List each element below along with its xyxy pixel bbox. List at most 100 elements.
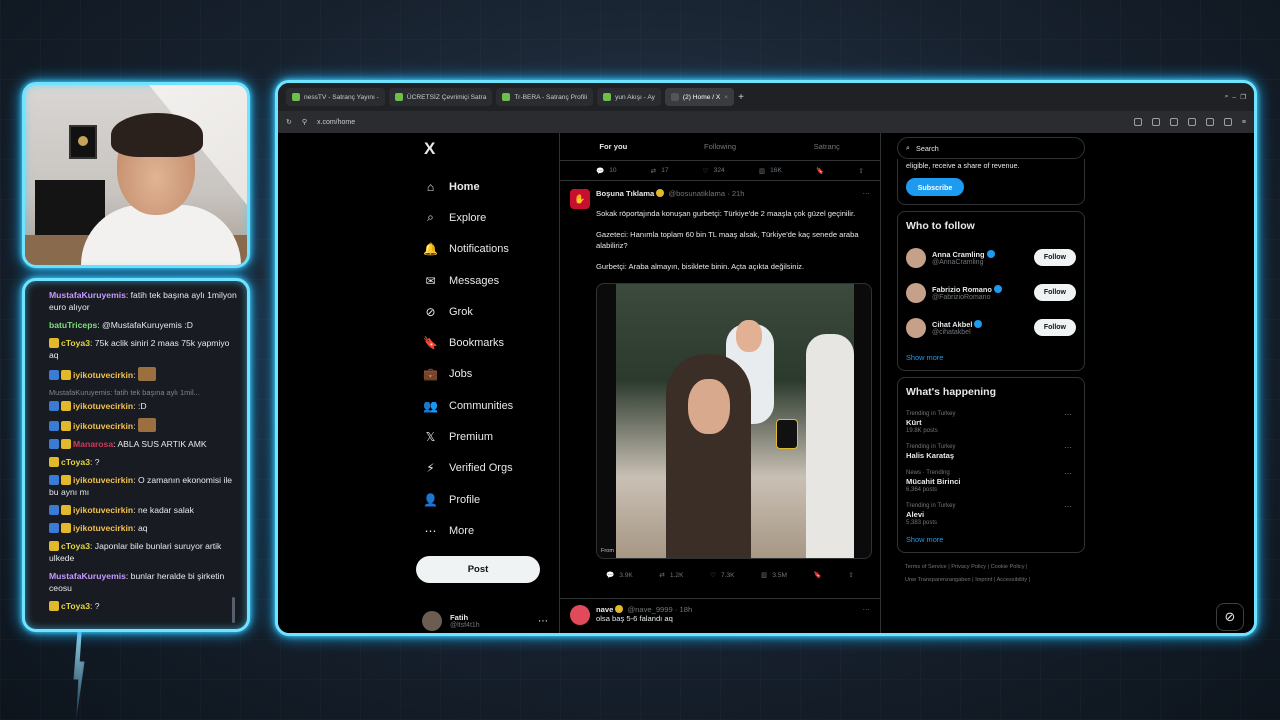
account-switcher[interactable]: Fatih @ltsf4t1h ⋯ [422,611,548,631]
tweet-video[interactable]: From [596,283,872,560]
extension-icon[interactable] [1133,118,1142,126]
chat-scrollbar[interactable] [232,597,235,623]
site-info-icon[interactable]: ⚲ [302,118,307,126]
show-more-link[interactable]: Show more [906,535,1076,544]
new-tab-button[interactable]: + [738,92,744,103]
settings-icon[interactable] [1223,118,1232,126]
chat-username[interactable]: iyikotuvecirkin [73,370,133,380]
trend-item[interactable]: Trending in Turkey Alevi 5,383 posts ⋯ [906,498,1076,531]
nav-item-jobs[interactable]: 💼 Jobs [418,359,568,390]
browser-tab[interactable]: ÜCRETSİZ Çevrimiçi Satra [388,88,493,106]
chat-username[interactable]: cToya3 [61,601,90,611]
trend-item[interactable]: Trending in Turkey Kürt 19.8K posts ⋯ [906,406,1076,439]
follow-handle[interactable]: @cihatakbel [932,329,984,336]
search-tabs-icon[interactable]: ⌕ [1225,93,1229,101]
repost-button[interactable]: ⇄ 1.2K [659,571,683,580]
restore-button[interactable]: ❐ [1240,93,1246,101]
nav-item-more[interactable]: ⋯ More [418,515,568,546]
follow-button[interactable]: Follow [1033,319,1076,336]
extension-icon[interactable] [1187,118,1196,126]
reload-icon[interactable]: ↻ [286,118,292,126]
post-button[interactable]: Post [416,556,540,583]
tab-satranc[interactable]: Satranç [773,133,880,160]
footer-link[interactable]: Cookie Policy [991,564,1025,570]
tab-for-you[interactable]: For you [560,133,667,160]
trend-item[interactable]: Trending in Turkey Halis Karataş ⋯ [906,439,1076,465]
tweet-handle[interactable]: @nave_9999 [627,605,672,614]
chat-username[interactable]: iyikotuvecirkin [73,475,133,485]
follow-suggestion[interactable]: Fabrizio Romano @FabrizioRomano Follow [906,275,1076,310]
chat-username[interactable]: batuTriceps [49,320,97,330]
nav-item-grok[interactable]: ⊘ Grok [418,296,568,327]
follow-name[interactable]: Fabrizio Romano [932,285,992,294]
menu-icon[interactable]: ≡ [1242,119,1246,126]
browser-tab[interactable]: yun Akışı - Ay [597,88,661,106]
follow-handle[interactable]: @AnnaCramling [932,259,997,266]
browser-tab[interactable]: (2) Home / X × [664,88,735,106]
follow-handle[interactable]: @FabrizioRomano [932,294,1004,301]
footer-link[interactable]: Privacy Policy [951,564,986,570]
avatar[interactable] [906,282,926,303]
more-dots-icon[interactable]: ⋯ [1064,443,1072,452]
nav-item-profile[interactable]: 👤 Profile [418,484,568,515]
footer-link[interactable]: Unw Transparenzangaben [905,577,971,583]
more-dots-icon[interactable]: ⋯ [862,189,870,209]
show-more-link[interactable]: Show more [906,353,1076,362]
chat-username[interactable]: cToya3 [61,338,90,348]
close-tab-icon[interactable]: × [724,94,728,101]
follow-button[interactable]: Follow [1033,284,1076,301]
tweet-avatar[interactable]: ✋ [570,189,590,209]
extension-icon[interactable] [1151,118,1160,126]
url-field[interactable]: x.com/home [317,119,1124,126]
follow-suggestion[interactable]: Cihat Akbel @cihatakbel Follow [906,310,1076,345]
views-button[interactable]: ▥ 3.5M [761,571,787,580]
follow-name[interactable]: Cihat Akbel [932,320,972,329]
follow-suggestion[interactable]: Anna Cramling @AnnaCramling Follow [906,240,1076,275]
tab-following[interactable]: Following [667,133,774,160]
more-dots-icon[interactable]: ⋯ [538,616,548,627]
tweet-time[interactable]: 18h [680,605,693,614]
chat-username[interactable]: iyikotuvecirkin [73,523,133,533]
footer-link[interactable]: Imprint [975,577,992,583]
browser-tab[interactable]: Tr-BERA - Satranç Profili [496,88,594,106]
nav-item-home[interactable]: ⌂ Home [418,171,568,202]
bookmark-button[interactable]: 🔖 [814,571,822,579]
views-button[interactable]: ▥ 16K [759,167,782,175]
tweet-time[interactable]: 21h [732,189,745,198]
extension-icon[interactable] [1169,118,1178,126]
nav-item-notifications[interactable]: 🔔 Notifications [418,234,568,265]
chat-username[interactable]: Manarosa [73,439,113,449]
share-button[interactable]: ⇪ [848,571,854,579]
search-input[interactable]: ⌕ Search [897,137,1085,159]
nav-item-verified-orgs[interactable]: ⚡ Verified Orgs [418,453,568,484]
heart-icon[interactable] [1205,118,1214,126]
bookmark-button[interactable]: 🔖 [816,167,824,175]
subscribe-button[interactable]: Subscribe [906,178,964,196]
more-dots-icon[interactable]: ⋯ [1064,410,1072,419]
x-logo[interactable]: X [424,139,568,161]
avatar[interactable] [906,247,926,268]
chat-username[interactable]: iyikotuvecirkin [73,401,133,411]
tweet-handle[interactable]: @bosunatiklama [668,189,725,198]
more-dots-icon[interactable]: ⋯ [1064,502,1072,511]
reply-button[interactable]: 💬 10 [596,167,617,175]
nav-item-communities[interactable]: 👥 Communities [418,390,568,421]
chat-username[interactable]: MustafaKuruyemis [49,290,126,300]
follow-name[interactable]: Anna Cramling [932,250,985,259]
chat-username[interactable]: MustafaKuruyemis [49,571,126,581]
repost-button[interactable]: ⇄ 17 [651,167,669,175]
browser-tab[interactable]: nessTV - Satranç Yayını - [286,88,385,106]
share-button[interactable]: ⇪ [858,167,864,175]
follow-button[interactable]: Follow [1033,249,1076,266]
nav-item-bookmarks[interactable]: 🔖 Bookmarks [418,327,568,358]
nav-item-messages[interactable]: ✉ Messages [418,265,568,296]
chat-username[interactable]: iyikotuvecirkin [73,505,133,515]
like-button[interactable]: ♡ 7.3K [710,571,735,580]
tweet[interactable]: ✋ Boşuna Tıklama @bosunatiklama · 21h ⋯ … [560,181,880,585]
grok-button[interactable]: ⊘ [1216,603,1244,631]
more-dots-icon[interactable]: ⋯ [862,605,870,625]
nav-item-premium[interactable]: 𝕏 Premium [418,421,568,452]
like-button[interactable]: ♡ 324 [703,167,725,175]
reply-button[interactable]: 💬 3.9K [606,571,633,580]
more-dots-icon[interactable]: ⋯ [1064,469,1072,478]
